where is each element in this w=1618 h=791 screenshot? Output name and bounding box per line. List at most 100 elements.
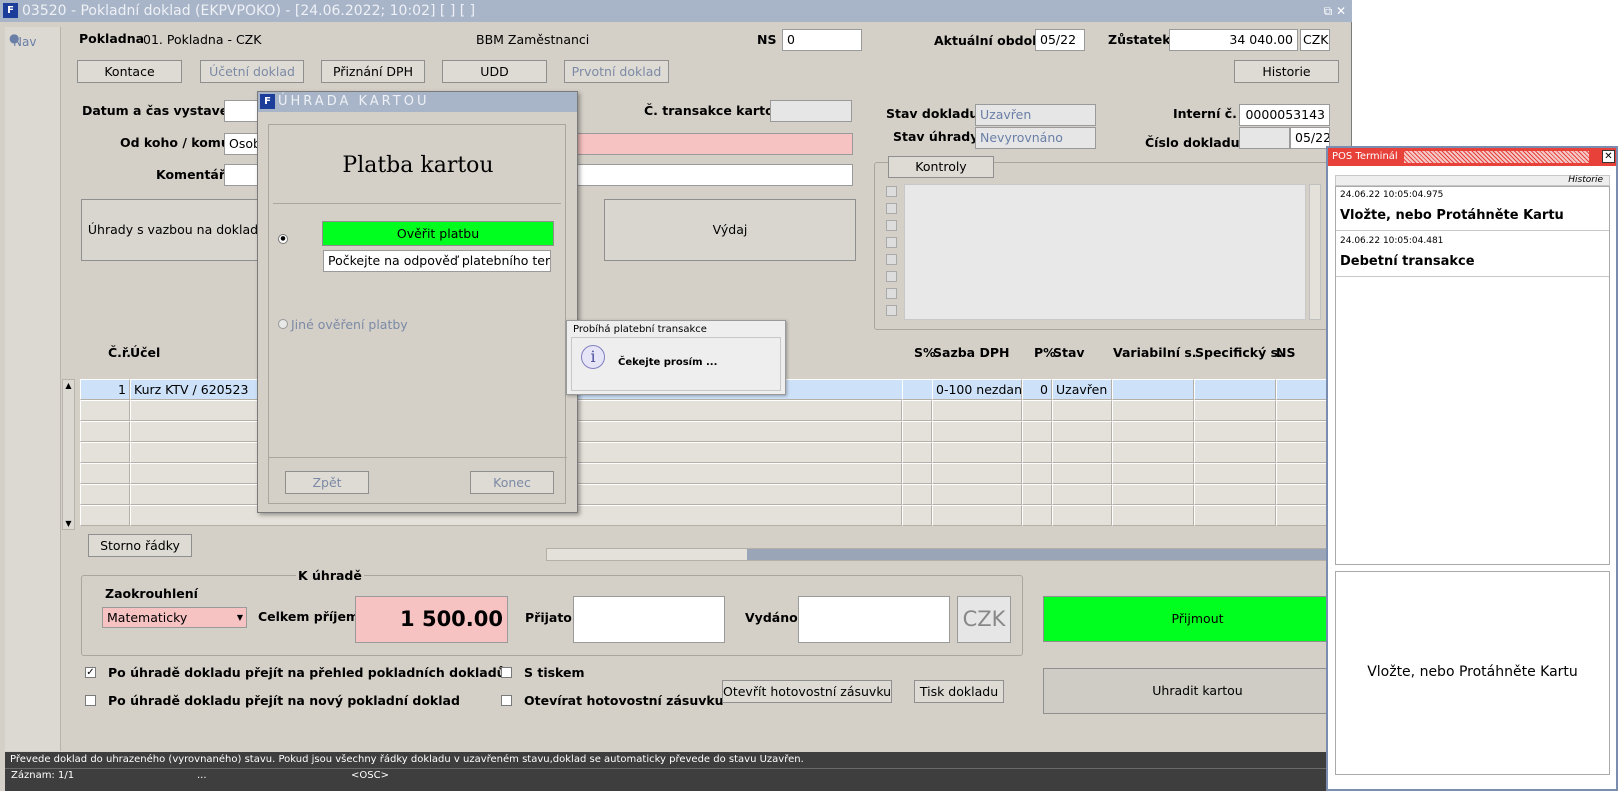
scroll-down-icon[interactable]: ▼ <box>63 518 74 529</box>
prijmout-button[interactable]: Přijmout <box>1043 596 1352 642</box>
currency-box: CZK <box>957 596 1011 643</box>
close-icon[interactable]: ✕ <box>1602 150 1615 163</box>
interni-label: Interní č. <box>1173 106 1237 121</box>
kontace-button[interactable]: Kontace <box>77 60 182 83</box>
zpet-button[interactable]: Zpět <box>285 471 369 494</box>
storno-radky-button[interactable]: Storno řádky <box>88 534 192 557</box>
window-controls[interactable]: ⧉ ✕ <box>1324 0 1346 22</box>
popup-title: Probíhá platební transakce <box>573 324 707 335</box>
jine-overeni-label: Jiné ověření platby <box>291 317 408 332</box>
vydaj-button[interactable]: Výdaj <box>604 199 856 261</box>
kontrola-checkbox[interactable] <box>886 186 897 197</box>
nav-item[interactable]: ● Nav <box>9 31 36 49</box>
col-variabilni: Variabilní s. <box>1113 345 1197 360</box>
cell-variabilni[interactable] <box>1112 379 1194 400</box>
ns-field[interactable]: 0 <box>782 29 862 51</box>
status-bar: Převede doklad do uhrazeného (vyrovnanéh… <box>5 752 1352 791</box>
otevirat-label: Otevírat hotovostní zásuvku <box>524 693 724 708</box>
uhradit-kartou-button[interactable]: Uhradit kartou <box>1043 668 1352 714</box>
opt1-label: Po úhradě dokladu přejít na přehled pokl… <box>108 665 506 680</box>
status-record: Záznam: 1/1 <box>11 770 75 781</box>
dialog-divider-bottom <box>269 457 567 458</box>
komentar-field-ext[interactable] <box>575 164 853 186</box>
obdobi-field[interactable]: 05/22 <box>1035 29 1085 51</box>
tisk-dokladu-button[interactable]: Tisk dokladu <box>914 680 1004 703</box>
cell-stav[interactable]: Uzavřen <box>1052 379 1112 400</box>
cell-specificky[interactable] <box>1194 379 1276 400</box>
jine-overeni-radio[interactable] <box>278 319 288 329</box>
cell-cr[interactable]: 1 <box>80 379 130 400</box>
vydano-label: Vydáno <box>745 610 798 625</box>
tisk-checkbox[interactable] <box>501 667 512 678</box>
pos-display: Vložte, nebo Protáhněte Kartu <box>1335 571 1610 775</box>
cell-sazba[interactable]: 0-100 nezdanite <box>932 379 1022 400</box>
ns-label: NS <box>757 32 777 47</box>
pos-titlebar: POS Terminál ✕ <box>1328 148 1616 166</box>
prvotni-doklad-button[interactable]: Prvotní doklad <box>564 60 669 83</box>
stav-uhrady-field: Nevyrovnáno <box>975 127 1096 149</box>
kontrola-checkbox[interactable] <box>886 305 897 316</box>
kontrola-checkbox[interactable] <box>886 288 897 299</box>
konec-button[interactable]: Konec <box>470 471 554 494</box>
currency-field: CZK <box>1300 29 1330 51</box>
vydano-field[interactable] <box>798 596 950 643</box>
kontrola-checkbox[interactable] <box>886 220 897 231</box>
cell-p-pct[interactable]: 0 <box>1022 379 1052 400</box>
window-title: 03520 - Pokladní doklad (EKPVPOKO) - [24… <box>22 3 476 19</box>
uhrady-vazba-button[interactable]: Úhrady s vazbou na doklad <box>81 199 265 261</box>
scroll-thumb[interactable] <box>747 549 1353 560</box>
uhrada-kartou-dialog: F ÚHRADA KARTOU Platba kartou ● Ověřit p… <box>257 91 578 513</box>
prijato-field[interactable] <box>573 596 725 643</box>
prijato-label: Přijato <box>525 610 572 625</box>
zustatek-label: Zůstatek <box>1108 32 1171 47</box>
celkem-field: 1 500.00 <box>355 596 508 643</box>
historie-button[interactable]: Historie <box>1234 60 1339 83</box>
col-cr: Č.ř. <box>108 345 132 360</box>
status-dots: ... <box>197 770 207 781</box>
grid-scrollbar[interactable]: ▲ ▼ <box>62 379 75 530</box>
nav-panel: ● Nav <box>5 27 61 751</box>
zustatek-field: 34 040.00 <box>1169 29 1298 51</box>
status-divider <box>5 768 1352 769</box>
opt2-checkbox[interactable] <box>85 695 96 706</box>
cislo-dokladu-field: 05/22 <box>1290 127 1330 149</box>
bbm-label: BBM Zaměstnanci <box>476 32 590 47</box>
opt1-checkbox[interactable]: ✓ <box>85 667 96 678</box>
otevrit-zasuvku-button[interactable]: Otevřít hotovostní zásuvku <box>722 680 892 703</box>
opt2-label: Po úhradě dokladu přejít na nový pokladn… <box>108 693 460 708</box>
otevirat-checkbox[interactable] <box>501 695 512 706</box>
app-logo-icon: F <box>260 94 275 109</box>
popup-message: Čekejte prosím ... <box>618 357 718 368</box>
ucetni-doklad-button[interactable]: Účetní doklad <box>200 60 304 83</box>
overit-radio[interactable]: ● <box>278 234 288 244</box>
kontroly-list <box>904 184 1306 320</box>
pos-terminal-window: POS Terminál ✕ Historie 24.06.22 10:05:0… <box>1326 146 1618 791</box>
datum-label: Datum a čas vystavení <box>82 103 242 118</box>
transakce-label: Č. transakce kartou <box>644 103 783 118</box>
stav-uhrady-label: Stav úhrady <box>893 129 979 144</box>
pos-historie-header[interactable]: Historie <box>1335 175 1610 186</box>
odkoho-name-field[interactable] <box>575 133 853 155</box>
status-osc: <OSC> <box>351 770 389 781</box>
kontrola-checkbox[interactable] <box>886 271 897 282</box>
zaokrouhleni-select[interactable]: Matematicky ▼ <box>102 607 247 628</box>
celkem-label: Celkem příjem <box>258 609 359 624</box>
horizontal-scrollbar[interactable] <box>546 548 1353 561</box>
kontroly-scrollbar[interactable] <box>1309 184 1321 320</box>
overit-platbu-button[interactable]: Ověřit platbu <box>322 221 554 246</box>
pokladna-value: 01. Pokladna - CZK <box>143 32 262 47</box>
kontrola-checkbox[interactable] <box>886 237 897 248</box>
cislo-dokladu-prefix <box>1239 127 1290 149</box>
obdobi-label: Aktuální období <box>934 33 1046 48</box>
dialog-heading: Platba kartou <box>342 153 494 178</box>
list-item: 24.06.22 10:05:04.975 Vložte, nebo Protá… <box>1336 187 1609 231</box>
scroll-up-icon[interactable]: ▲ <box>63 380 74 391</box>
kontrola-checkbox[interactable] <box>886 254 897 265</box>
app-logo-icon: F <box>3 3 18 18</box>
k-uhrade-label: K úhradě <box>296 568 364 583</box>
kontrola-checkbox[interactable] <box>886 203 897 214</box>
udd-button[interactable]: UDD <box>442 60 547 83</box>
priznani-dph-button[interactable]: Přiznání DPH <box>321 60 425 83</box>
kontroly-button[interactable]: Kontroly <box>888 156 994 178</box>
interni-field: 0000053143 <box>1239 104 1330 126</box>
